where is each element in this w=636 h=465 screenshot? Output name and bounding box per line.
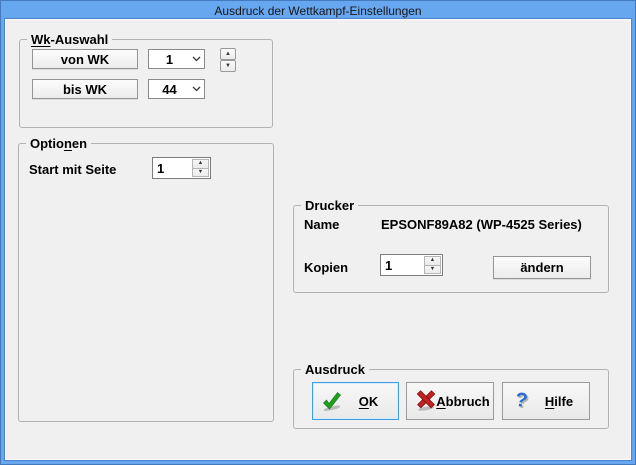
von-wk-combobox-value: 1 xyxy=(149,52,188,67)
arrow-down-icon: ▼ xyxy=(225,63,231,69)
start-page-spinner: ▲ ▼ xyxy=(192,159,209,177)
von-wk-combobox[interactable]: 1 xyxy=(148,49,205,69)
aendern-button[interactable]: ändern xyxy=(493,256,591,279)
arrow-up-icon: ▲ xyxy=(430,258,435,264)
kopien-input[interactable] xyxy=(381,255,424,275)
chevron-down-icon[interactable] xyxy=(188,56,204,62)
arrow-down-icon: ▼ xyxy=(198,170,203,176)
spin-down-button[interactable]: ▼ xyxy=(193,169,208,177)
group-optionen: Optionen xyxy=(18,143,274,422)
chevron-down-icon[interactable] xyxy=(188,86,204,92)
spin-down-button[interactable]: ▼ xyxy=(425,266,440,274)
hilfe-button-label: Hilfe xyxy=(533,383,585,419)
von-wk-button[interactable]: von WK xyxy=(32,49,138,69)
titlebar[interactable]: Ausdruck der Wettkampf-Einstellungen xyxy=(1,1,635,20)
arrow-up-icon: ▲ xyxy=(198,161,203,167)
kopien-label: Kopien xyxy=(304,260,348,275)
window-title: Ausdruck der Wettkampf-Einstellungen xyxy=(214,4,421,18)
spin-up-button[interactable]: ▲ xyxy=(425,257,440,266)
group-optionen-caption: Optionen xyxy=(26,135,91,152)
ok-button-label: OK xyxy=(343,383,394,419)
arrow-up-button[interactable]: ▲ xyxy=(220,48,236,60)
bis-wk-button[interactable]: bis WK xyxy=(32,79,138,99)
dialog-window: Ausdruck der Wettkampf-Einstellungen Wk-… xyxy=(0,0,636,465)
start-page-input[interactable] xyxy=(153,158,192,178)
kopien-spinedit[interactable]: ▲ ▼ xyxy=(380,254,443,276)
arrow-up-icon: ▲ xyxy=(225,51,231,57)
hilfe-button[interactable]: ? ? Hilfe xyxy=(502,382,590,420)
start-mit-seite-label: Start mit Seite xyxy=(29,162,116,177)
arrow-down-icon: ▼ xyxy=(430,267,435,273)
spin-up-button[interactable]: ▲ xyxy=(193,160,208,169)
bis-wk-combobox[interactable]: 44 xyxy=(148,79,205,99)
abbruch-button[interactable]: Abbruch xyxy=(406,382,494,420)
question-icon: ? ? xyxy=(511,390,533,412)
printer-name-label: Name xyxy=(304,217,339,232)
cross-icon xyxy=(415,390,437,412)
ok-button[interactable]: OK xyxy=(312,382,399,420)
group-drucker-caption: Drucker xyxy=(301,197,358,214)
kopien-spinner: ▲ ▼ xyxy=(424,256,441,274)
check-icon xyxy=(321,390,343,412)
wk-updown-control: ▲ ▼ xyxy=(220,48,236,72)
bis-wk-combobox-value: 44 xyxy=(149,82,188,97)
printer-name-value: EPSONF89A82 (WP-4525 Series) xyxy=(381,217,582,232)
start-page-spinedit[interactable]: ▲ ▼ xyxy=(152,157,211,179)
group-ausdruck-caption: Ausdruck xyxy=(301,361,369,378)
abbruch-button-label: Abbruch xyxy=(437,383,489,419)
arrow-down-button[interactable]: ▼ xyxy=(220,60,236,72)
group-wk-auswahl-caption: Wk-Auswahl xyxy=(27,31,112,48)
